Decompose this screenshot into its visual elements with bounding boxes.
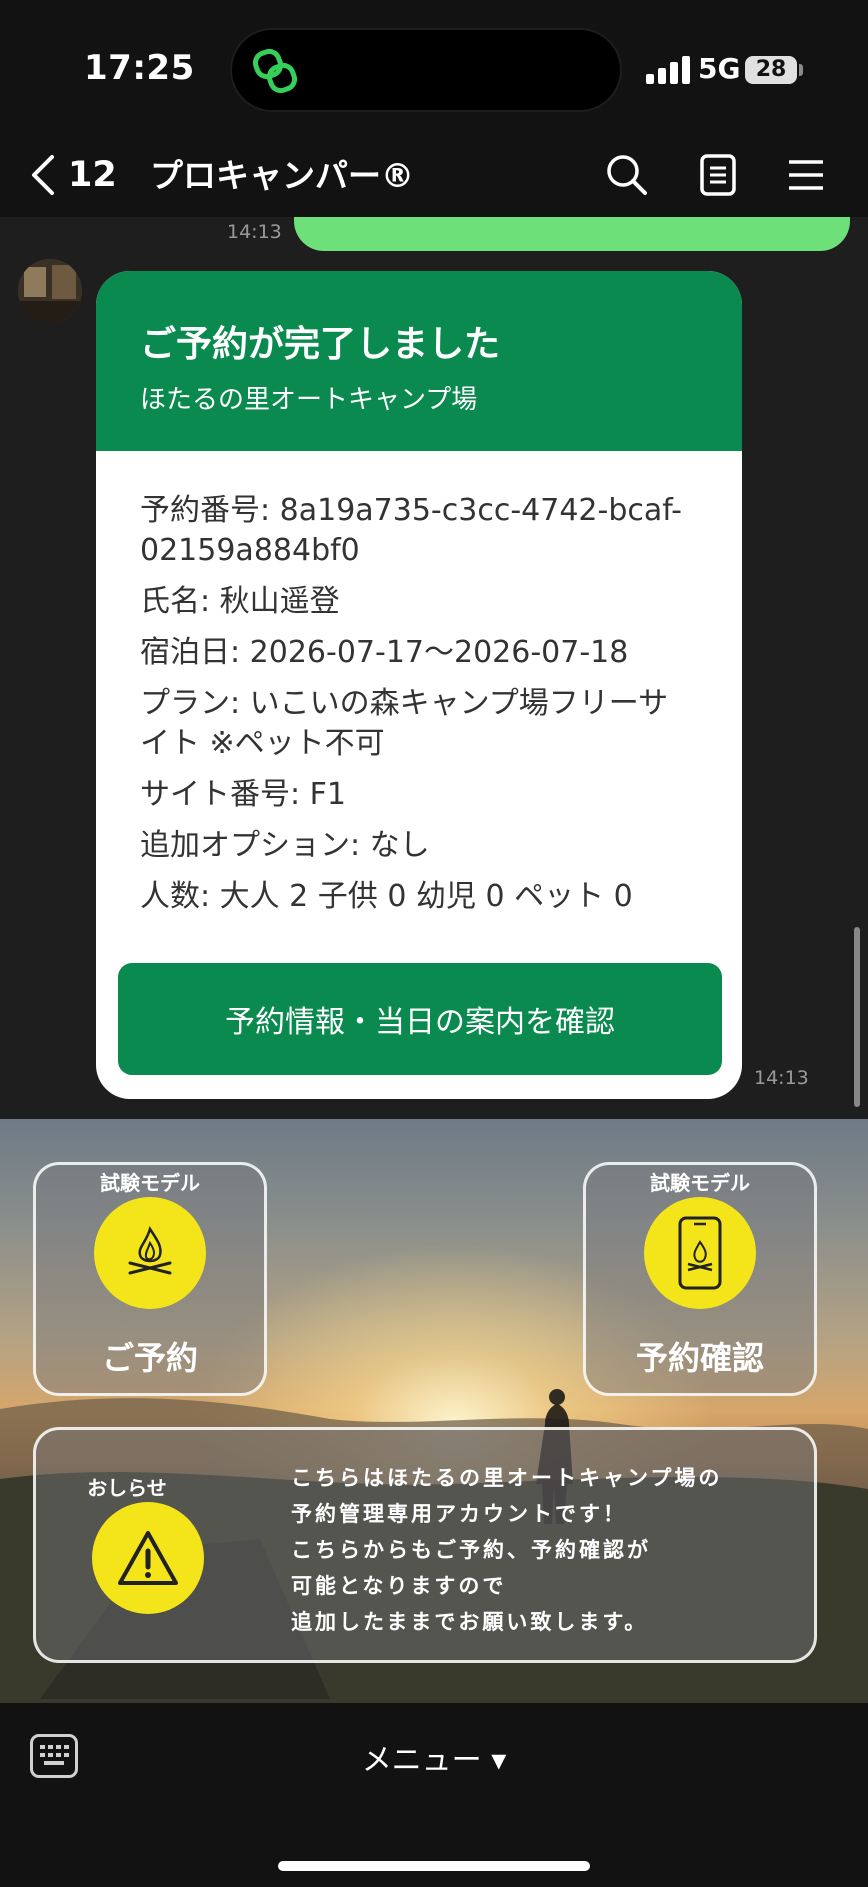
reservation-number: 予約番号: 8a19a735-c3cc-4742-bcaf-02159a884b… [140, 493, 682, 568]
chat-header: 12 プロキャンパー® [0, 135, 868, 217]
menu-toggle[interactable]: メニュー ▾ [0, 1735, 868, 1779]
sent-message-text: bcaf-02159a884bf0 [324, 217, 617, 219]
battery-icon: 28 [745, 56, 797, 84]
status-time: 17:25 [84, 48, 195, 88]
dynamic-island [230, 28, 622, 112]
card-subtitle: ほたるの里オートキャンプ場 [140, 385, 478, 415]
search-icon [607, 155, 647, 195]
check-caption: 試験モデル [650, 1171, 750, 1195]
avatar[interactable] [18, 259, 82, 323]
back-button[interactable]: 12 [28, 145, 117, 205]
notice-line: 可能となりますので [291, 1574, 507, 1598]
scrollbar[interactable] [854, 927, 860, 1107]
stay-dates: 宿泊日: 2026-07-17〜2026-07-18 [140, 635, 629, 670]
notice-line: こちらはほたるの里オートキャンプ場の [291, 1466, 723, 1490]
notes-icon [700, 154, 736, 196]
status-bar: 17:25 5G 28 [0, 0, 868, 135]
message-time: 14:13 [227, 221, 282, 243]
notice-tile[interactable]: おしらせ こちらはほたるの里オートキャンプ場の 予約管理専用アカウントです！ こ… [33, 1427, 817, 1663]
party-size: 人数: 大人 2 子供 0 幼児 0 ペット 0 [140, 879, 633, 914]
card-title: ご予約が完了しました [140, 324, 501, 365]
reserve-tile[interactable]: 試験モデル ご予約 [33, 1162, 267, 1396]
check-label: 予約確認 [635, 1339, 764, 1377]
avatar-image [18, 259, 82, 323]
notice-text: こちらはほたるの里オートキャンプ場の 予約管理専用アカウントです！ こちらからも… [291, 1460, 722, 1640]
unread-count: 12 [68, 155, 117, 195]
bottom-bar: メニュー ▾ [0, 1703, 868, 1887]
view-reservation-button[interactable]: 予約情報・当日の案内を確認 [118, 963, 722, 1075]
link-app-icon [252, 48, 298, 94]
check-reservation-tile[interactable]: 試験モデル 予約確認 [583, 1162, 817, 1396]
hamburger-icon [789, 160, 823, 190]
notice-line: こちらからもご予約、予約確認が [291, 1538, 651, 1562]
guest-name: 氏名: 秋山遥登 [140, 584, 340, 619]
card-header: ご予約が完了しました ほたるの里オートキャンプ場 [96, 271, 742, 451]
campfire-icon [94, 1197, 206, 1309]
search-button[interactable] [597, 145, 657, 205]
signal-icon [646, 56, 690, 84]
chat-title: プロキャンパー® [150, 156, 414, 195]
plan: プラン: いこいの森キャンプ場フリーサイト ※ペット不可 [140, 686, 669, 761]
phone-campfire-icon [644, 1197, 756, 1309]
rich-menu: 試験モデル ご予約 試験モデル 予約確認 おしらせ こちらはほたるの里オートキャ… [0, 1119, 868, 1703]
notice-caption: おしらせ [87, 1476, 167, 1500]
notice-line: 予約管理専用アカウントです！ [291, 1502, 627, 1526]
chevron-left-icon [32, 155, 54, 195]
warning-icon [92, 1502, 204, 1614]
home-indicator[interactable] [278, 1861, 590, 1871]
network-label: 5G [698, 52, 741, 85]
notice-line: 追加したままでお願い致します。 [291, 1610, 649, 1634]
reserve-label: ご予約 [101, 1339, 198, 1377]
chat-area[interactable]: 14:13 bcaf-02159a884bf0 ご予約が完了しました ほたるの里… [0, 217, 868, 1119]
sent-message-bubble[interactable]: bcaf-02159a884bf0 [294, 217, 850, 251]
message-time: 14:13 [754, 1067, 809, 1089]
options: 追加オプション: なし [140, 828, 430, 863]
notes-button[interactable] [688, 145, 748, 205]
site-number: サイト番号: F1 [140, 777, 346, 812]
battery-tip [799, 64, 803, 76]
reservation-card: ご予約が完了しました ほたるの里オートキャンプ場 予約番号: 8a19a735-… [96, 271, 742, 1099]
reserve-caption: 試験モデル [100, 1171, 200, 1195]
menu-button[interactable] [776, 145, 836, 205]
card-body: 予約番号: 8a19a735-c3cc-4742-bcaf-02159a884b… [96, 451, 742, 917]
